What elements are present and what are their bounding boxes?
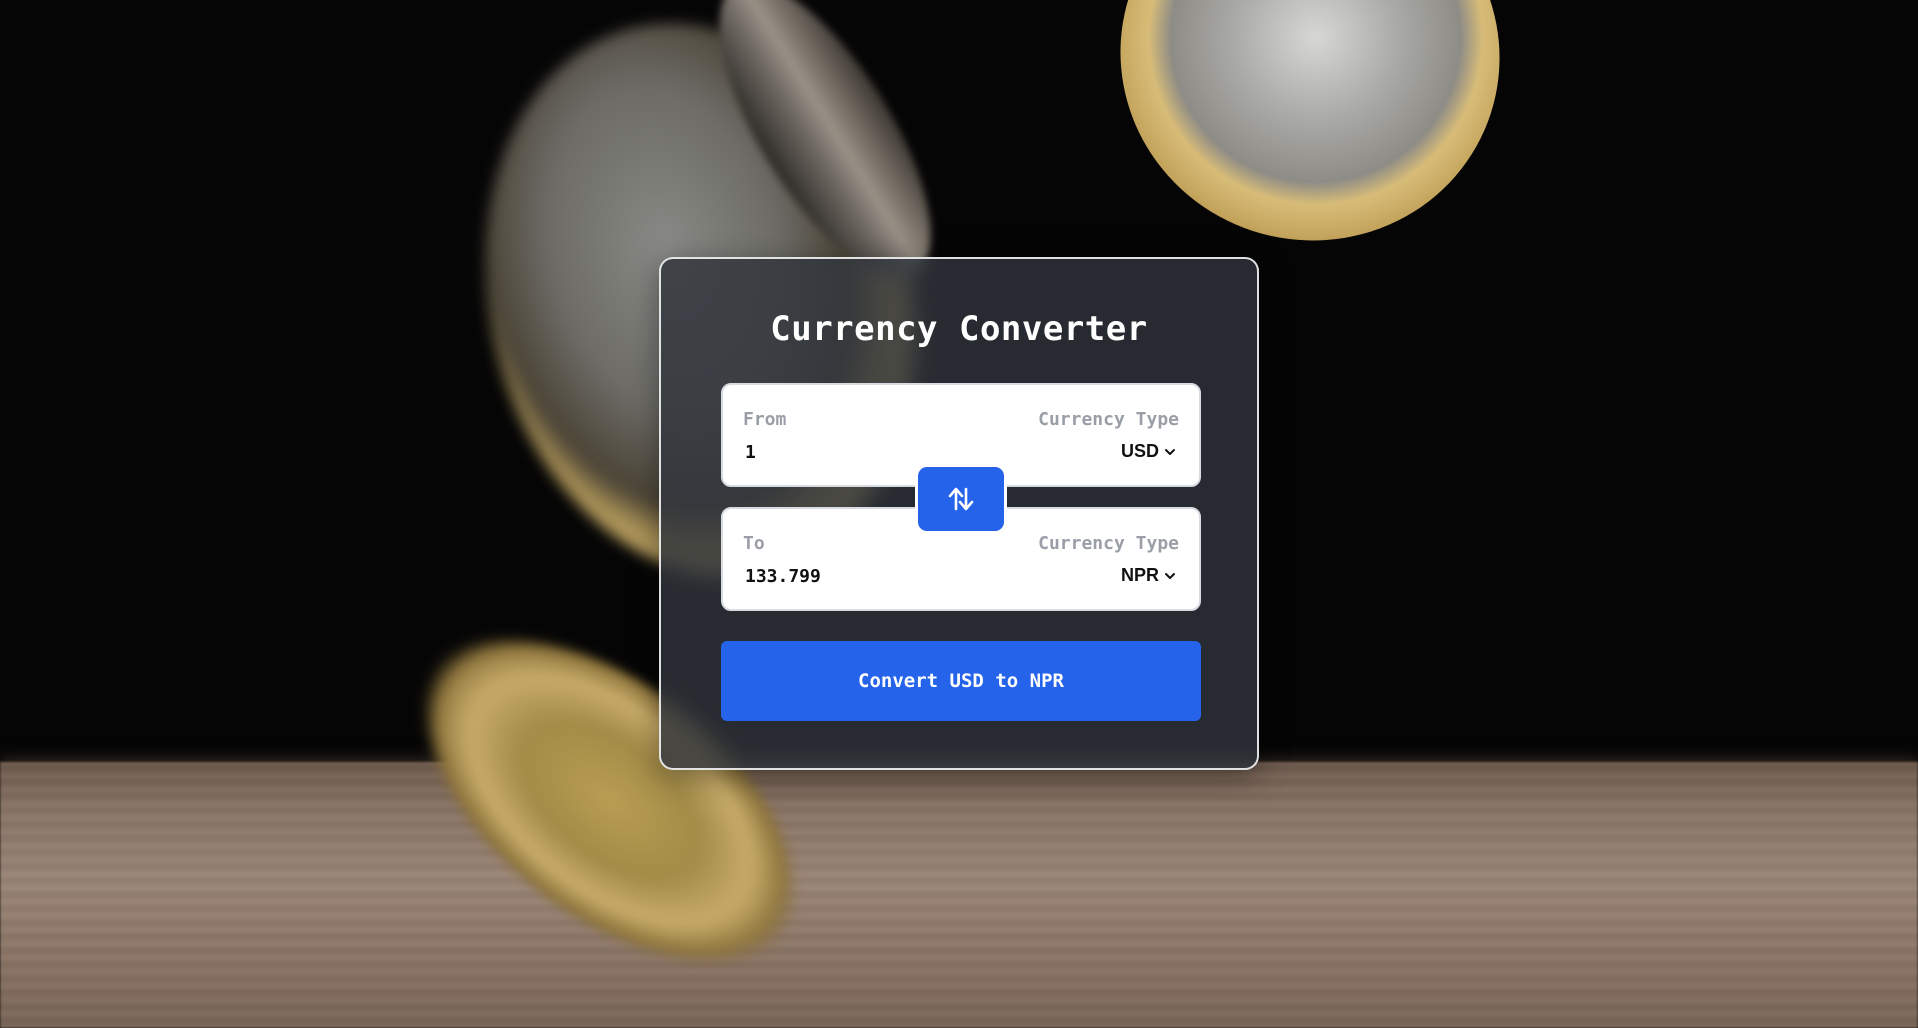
convert-button[interactable]: Convert USD to NPR xyxy=(721,641,1201,721)
wooden-table xyxy=(0,762,1918,1028)
from-currency-type-label: Currency Type xyxy=(1038,409,1179,430)
to-label: To xyxy=(743,533,765,554)
swap-currencies-button[interactable] xyxy=(915,464,1007,534)
to-currency-select[interactable]: NPR xyxy=(1121,565,1177,586)
to-currency-value: NPR xyxy=(1120,565,1159,585)
from-label: From xyxy=(743,409,787,430)
swap-vertical-arrows-icon xyxy=(948,487,974,511)
from-amount-input[interactable] xyxy=(743,437,975,467)
coin-image xyxy=(1072,0,1548,290)
chevron-down-icon xyxy=(1165,572,1175,579)
to-amount-input[interactable] xyxy=(743,561,975,591)
converter-card: Currency Converter From Currency Type US… xyxy=(659,257,1259,770)
background-scene: Currency Converter From Currency Type US… xyxy=(0,0,1918,1028)
page-title: Currency Converter xyxy=(770,309,1148,349)
chevron-down-icon xyxy=(1165,448,1175,455)
to-currency-type-label: Currency Type xyxy=(1038,533,1179,554)
from-currency-select[interactable]: USD xyxy=(1121,441,1177,462)
from-currency-value: USD xyxy=(1120,441,1159,461)
